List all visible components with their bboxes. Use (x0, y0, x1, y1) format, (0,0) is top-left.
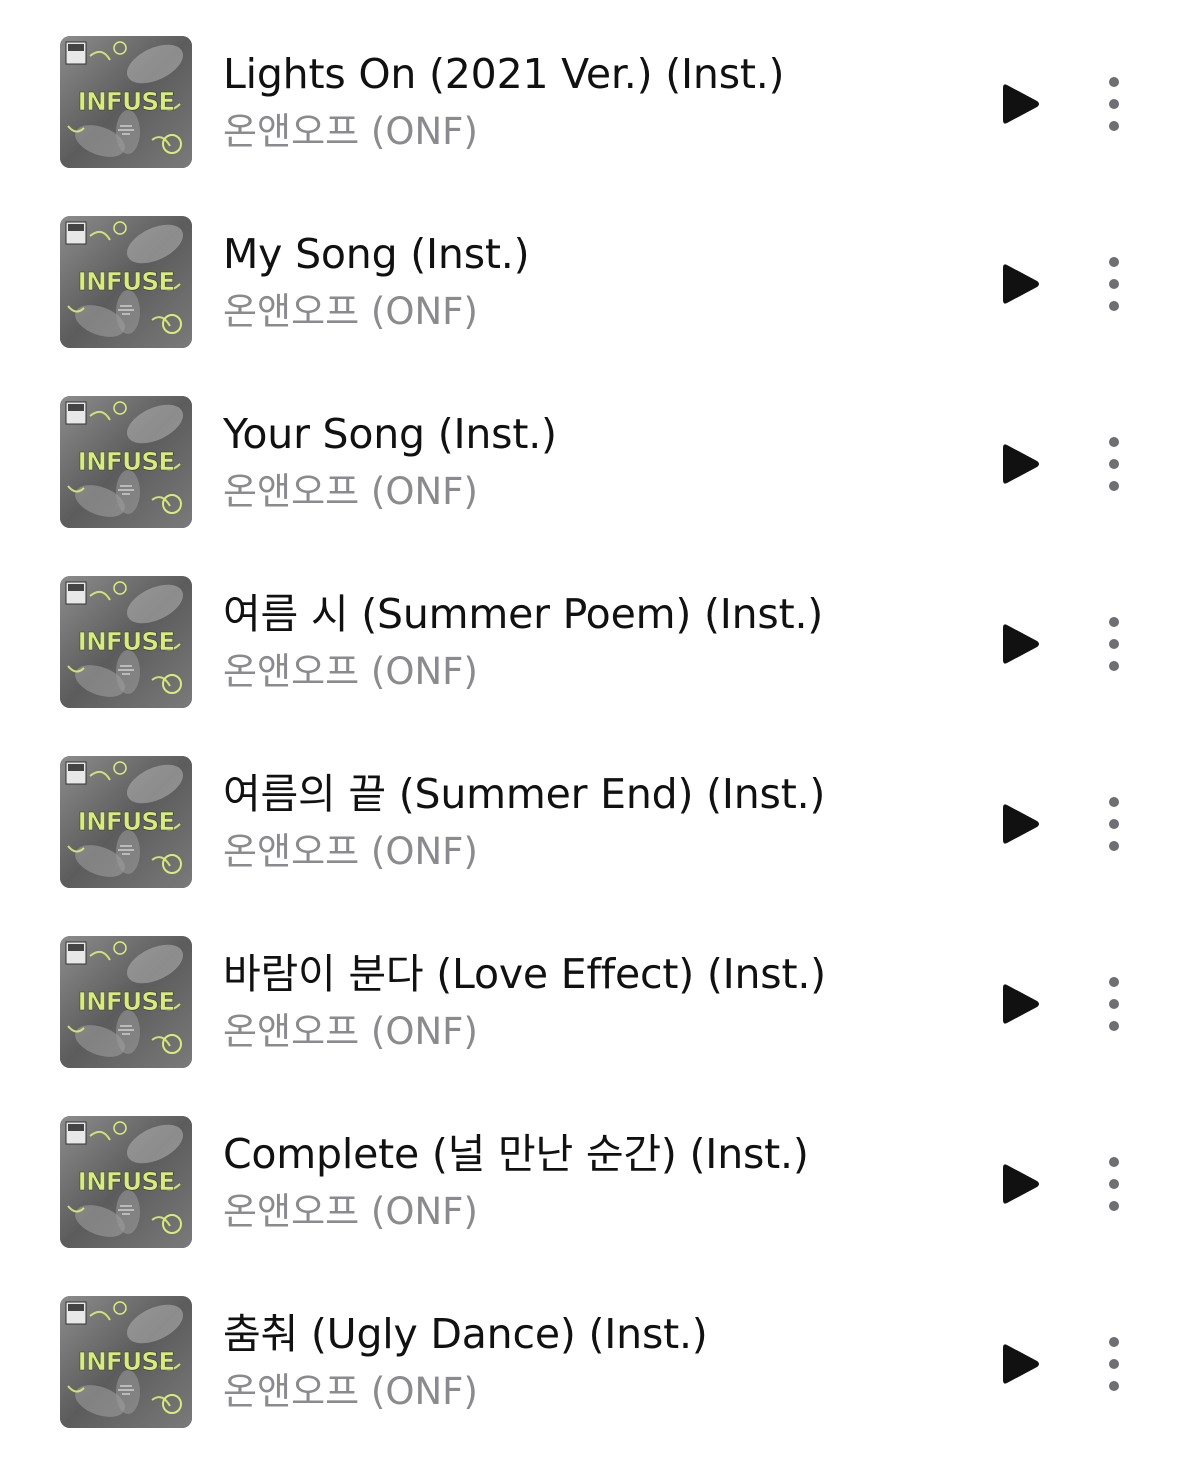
play-button[interactable] (992, 796, 1048, 852)
track-title: My Song (Inst.) (223, 230, 530, 278)
more-vertical-icon (1109, 1157, 1119, 1211)
track-artist: 온앤오프 (ONF) (223, 650, 478, 693)
svg-text:INFUSE: INFUSE (78, 87, 175, 116)
track-title: Your Song (Inst.) (223, 410, 557, 458)
play-icon (1003, 624, 1039, 664)
track-artist: 온앤오프 (ONF) (223, 1190, 478, 1233)
track-title: 춤춰 (Ugly Dance) (Inst.) (223, 1310, 708, 1358)
album-art: INFUSE (60, 396, 192, 528)
album-art: INFUSE (60, 216, 192, 348)
play-icon (1003, 264, 1039, 304)
track-row[interactable]: INFUSE My Song (Inst.) 온앤오프 (ONF) (0, 180, 1179, 360)
album-art: INFUSE (60, 36, 192, 168)
svg-text:INFUSE: INFUSE (78, 807, 175, 836)
track-title: Complete (널 만난 순간) (Inst.) (223, 1130, 809, 1178)
album-art: INFUSE (60, 576, 192, 708)
play-icon (1003, 804, 1039, 844)
play-button[interactable] (992, 1336, 1048, 1392)
more-options-button[interactable] (1092, 72, 1136, 136)
more-vertical-icon (1109, 77, 1119, 131)
play-icon (1003, 444, 1039, 484)
play-button[interactable] (992, 256, 1048, 312)
play-icon (1003, 984, 1039, 1024)
svg-text:INFUSE: INFUSE (78, 267, 175, 296)
more-vertical-icon (1109, 977, 1119, 1031)
track-artist: 온앤오프 (ONF) (223, 470, 478, 513)
svg-text:INFUSE: INFUSE (78, 1347, 175, 1376)
track-title: 바람이 분다 (Love Effect) (Inst.) (223, 950, 826, 998)
play-button[interactable] (992, 1156, 1048, 1212)
more-options-button[interactable] (1092, 972, 1136, 1036)
track-list: INFUSE Lights On (2021 Ver.) (Inst.) 온앤오… (0, 0, 1179, 1475)
album-art: INFUSE (60, 1116, 192, 1248)
album-art: INFUSE (60, 1296, 192, 1428)
track-row[interactable]: INFUSE 춤춰 (Ugly Dance) (Inst.) 온앤오프 (ONF… (0, 1260, 1179, 1440)
more-options-button[interactable] (1092, 1332, 1136, 1396)
more-vertical-icon (1109, 437, 1119, 491)
track-row[interactable]: INFUSE 바람이 분다 (Love Effect) (Inst.) 온앤오프… (0, 900, 1179, 1080)
album-art: INFUSE (60, 1296, 192, 1428)
album-art: INFUSE (60, 216, 192, 348)
svg-text:INFUSE: INFUSE (78, 987, 175, 1016)
track-artist: 온앤오프 (ONF) (223, 830, 478, 873)
svg-text:INFUSE: INFUSE (78, 627, 175, 656)
more-options-button[interactable] (1092, 432, 1136, 496)
track-artist: 온앤오프 (ONF) (223, 110, 478, 153)
play-icon (1003, 84, 1039, 124)
play-button[interactable] (992, 76, 1048, 132)
track-artist: 온앤오프 (ONF) (223, 1010, 478, 1053)
play-button[interactable] (992, 436, 1048, 492)
svg-text:INFUSE: INFUSE (78, 447, 175, 476)
track-row[interactable]: INFUSE Lights On (2021 Ver.) (Inst.) 온앤오… (0, 0, 1179, 180)
more-options-button[interactable] (1092, 612, 1136, 676)
more-vertical-icon (1109, 617, 1119, 671)
play-button[interactable] (992, 976, 1048, 1032)
more-options-button[interactable] (1092, 252, 1136, 316)
track-row[interactable]: INFUSE 여름 시 (Summer Poem) (Inst.) 온앤오프 (… (0, 540, 1179, 720)
album-art: INFUSE (60, 576, 192, 708)
album-art: INFUSE (60, 756, 192, 888)
album-art: INFUSE (60, 756, 192, 888)
track-title: Lights On (2021 Ver.) (Inst.) (223, 50, 785, 98)
track-title: 여름의 끝 (Summer End) (Inst.) (223, 770, 826, 818)
album-art: INFUSE (60, 1116, 192, 1248)
album-art: INFUSE (60, 396, 192, 528)
album-art: INFUSE (60, 936, 192, 1068)
track-row[interactable]: INFUSE Complete (널 만난 순간) (Inst.) 온앤오프 (… (0, 1080, 1179, 1260)
play-button[interactable] (992, 616, 1048, 672)
more-vertical-icon (1109, 797, 1119, 851)
more-vertical-icon (1109, 257, 1119, 311)
svg-text:INFUSE: INFUSE (78, 1167, 175, 1196)
album-art: INFUSE (60, 936, 192, 1068)
track-artist: 온앤오프 (ONF) (223, 290, 478, 333)
play-icon (1003, 1344, 1039, 1384)
album-art: INFUSE (60, 36, 192, 168)
play-icon (1003, 1164, 1039, 1204)
more-options-button[interactable] (1092, 792, 1136, 856)
track-title: 여름 시 (Summer Poem) (Inst.) (223, 590, 824, 638)
more-options-button[interactable] (1092, 1152, 1136, 1216)
track-row[interactable]: INFUSE 여름의 끝 (Summer End) (Inst.) 온앤오프 (… (0, 720, 1179, 900)
track-artist: 온앤오프 (ONF) (223, 1370, 478, 1413)
track-row[interactable]: INFUSE Your Song (Inst.) 온앤오프 (ONF) (0, 360, 1179, 540)
more-vertical-icon (1109, 1337, 1119, 1391)
